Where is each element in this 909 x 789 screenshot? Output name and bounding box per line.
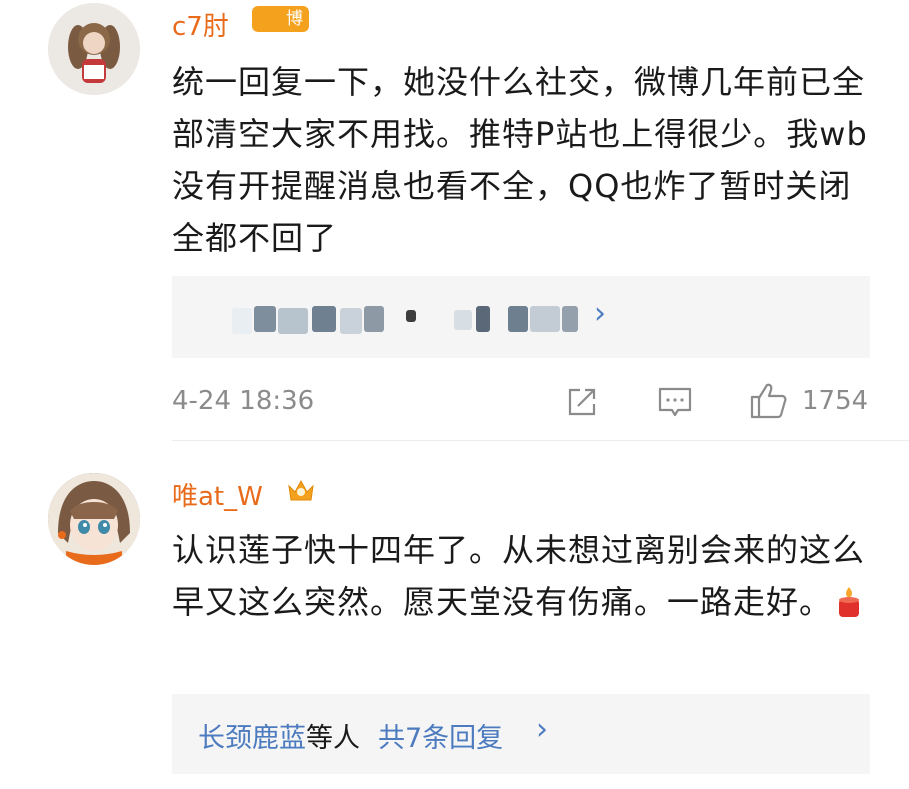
blurred-text xyxy=(406,310,416,322)
timestamp: 4-24 18:36 xyxy=(172,386,315,416)
replies-link[interactable]: 长颈鹿蓝 等人 共7条回复 › xyxy=(172,694,870,774)
blurred-text xyxy=(454,310,472,330)
divider xyxy=(172,440,909,441)
like-icon[interactable] xyxy=(748,380,790,422)
avatar-image xyxy=(48,473,140,565)
avatar-image xyxy=(48,3,140,95)
share-icon[interactable] xyxy=(564,384,600,420)
blurred-text xyxy=(312,306,336,332)
chevron-right-icon: › xyxy=(594,296,606,331)
comment-text: 认识莲子快十四年了。从未想过离别会来的这么早又这么突然。愿天堂没有伤痛。一路走好… xyxy=(172,531,866,621)
username[interactable]: c7肘 xyxy=(172,6,229,43)
blurred-text xyxy=(278,308,308,334)
blurred-text xyxy=(562,306,578,332)
quoted-content-link[interactable]: › xyxy=(172,276,870,358)
blurred-text xyxy=(340,308,362,334)
avatar[interactable] xyxy=(48,473,140,565)
username[interactable]: 唯at_W xyxy=(172,476,263,513)
reply-count[interactable]: 共7条回复 xyxy=(378,716,503,755)
like-count: 1754 xyxy=(802,386,869,416)
blurred-text xyxy=(476,306,490,332)
comment-text: 统一回复一下，她没什么社交，微博几年前已全部清空大家不用找。推特P站也上得很少。… xyxy=(172,63,868,257)
avatar[interactable] xyxy=(48,3,140,95)
blurred-text xyxy=(232,308,252,334)
crown-icon xyxy=(288,479,314,501)
comment-icon[interactable] xyxy=(656,384,694,420)
candle-icon xyxy=(839,587,860,617)
reply-suffix: 等人 xyxy=(306,723,360,754)
blurred-text xyxy=(508,306,528,332)
blurred-text xyxy=(364,306,384,332)
blurred-text xyxy=(530,306,560,332)
chevron-right-icon: › xyxy=(536,712,548,747)
reply-user-name[interactable]: 长颈鹿蓝 xyxy=(198,716,306,755)
blurred-text xyxy=(254,306,276,332)
